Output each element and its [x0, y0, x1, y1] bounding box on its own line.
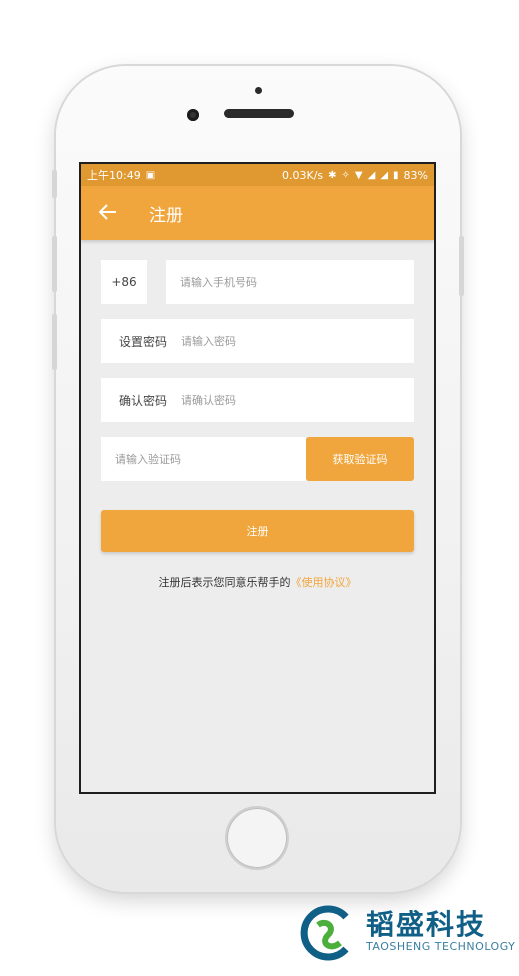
app-bar: 注册	[81, 186, 434, 240]
password-label: 设置密码	[119, 334, 168, 349]
code-row: 请输入验证码 获取验证码	[101, 437, 414, 481]
battery-percent: 83%	[403, 168, 428, 182]
agreement-prefix: 注册后表示您同意乐帮手的	[158, 576, 291, 589]
proximity-sensor	[255, 87, 262, 94]
agreement-link[interactable]: 《使用协议》	[291, 576, 357, 589]
arrow-left-icon[interactable]	[98, 201, 129, 226]
code-placeholder: 请输入验证码	[115, 453, 181, 466]
watermark-subtitle: TAOSHENG TECHNOLOGY	[366, 940, 516, 953]
status-bar: 上午10:49 ▣ 0.03K/s ✱ ✧ ▼ ◢ ◢ ▮ 83%	[81, 164, 434, 186]
status-time: 上午10:49	[87, 169, 141, 182]
password-row: 设置密码 请输入密码	[101, 319, 414, 363]
phone-row: +86 请输入手机号码	[101, 260, 414, 304]
power-button	[459, 236, 464, 296]
code-input[interactable]: 请输入验证码	[101, 437, 306, 481]
battery-icon: ▮	[393, 169, 399, 181]
signal-icon-2: ◢	[380, 169, 389, 181]
earpiece-speaker	[224, 109, 294, 118]
network-speed: 0.03K/s	[281, 168, 324, 182]
watermark-name: 韬盛科技	[366, 908, 487, 941]
mute-switch	[52, 170, 57, 198]
wifi-icon: ▼	[354, 169, 363, 181]
country-code[interactable]: +86	[101, 260, 147, 304]
taosheng-logo-icon	[300, 905, 349, 961]
register-button[interactable]: 注册	[101, 510, 414, 552]
agreement-text: 注册后表示您同意乐帮手的《使用协议》	[101, 574, 414, 590]
password-input[interactable]: 设置密码 请输入密码	[101, 319, 414, 363]
front-camera-icon	[187, 109, 199, 121]
page-title: 注册	[149, 205, 183, 226]
notification-icon: ▣	[145, 169, 156, 181]
phone-input[interactable]: 请输入手机号码	[166, 260, 414, 304]
confirm-password-input[interactable]: 确认密码 请确认密码	[101, 378, 414, 422]
screen: 上午10:49 ▣ 0.03K/s ✱ ✧ ▼ ◢ ◢ ▮ 83% 注册 +86…	[79, 162, 436, 794]
signal-icon: ◢	[367, 169, 376, 181]
volume-down-button	[52, 314, 57, 370]
phone-placeholder: 请输入手机号码	[180, 276, 257, 289]
confirm-placeholder: 请确认密码	[181, 394, 236, 407]
bluetooth-icon: ✱	[328, 169, 337, 181]
confirm-label: 确认密码	[119, 393, 168, 408]
password-placeholder: 请输入密码	[181, 335, 236, 348]
get-code-button[interactable]: 获取验证码	[306, 437, 414, 481]
confirm-row: 确认密码 请确认密码	[101, 378, 414, 422]
volume-up-button	[52, 236, 57, 292]
vibrate-icon: ✧	[341, 169, 350, 181]
home-button[interactable]	[227, 808, 287, 868]
